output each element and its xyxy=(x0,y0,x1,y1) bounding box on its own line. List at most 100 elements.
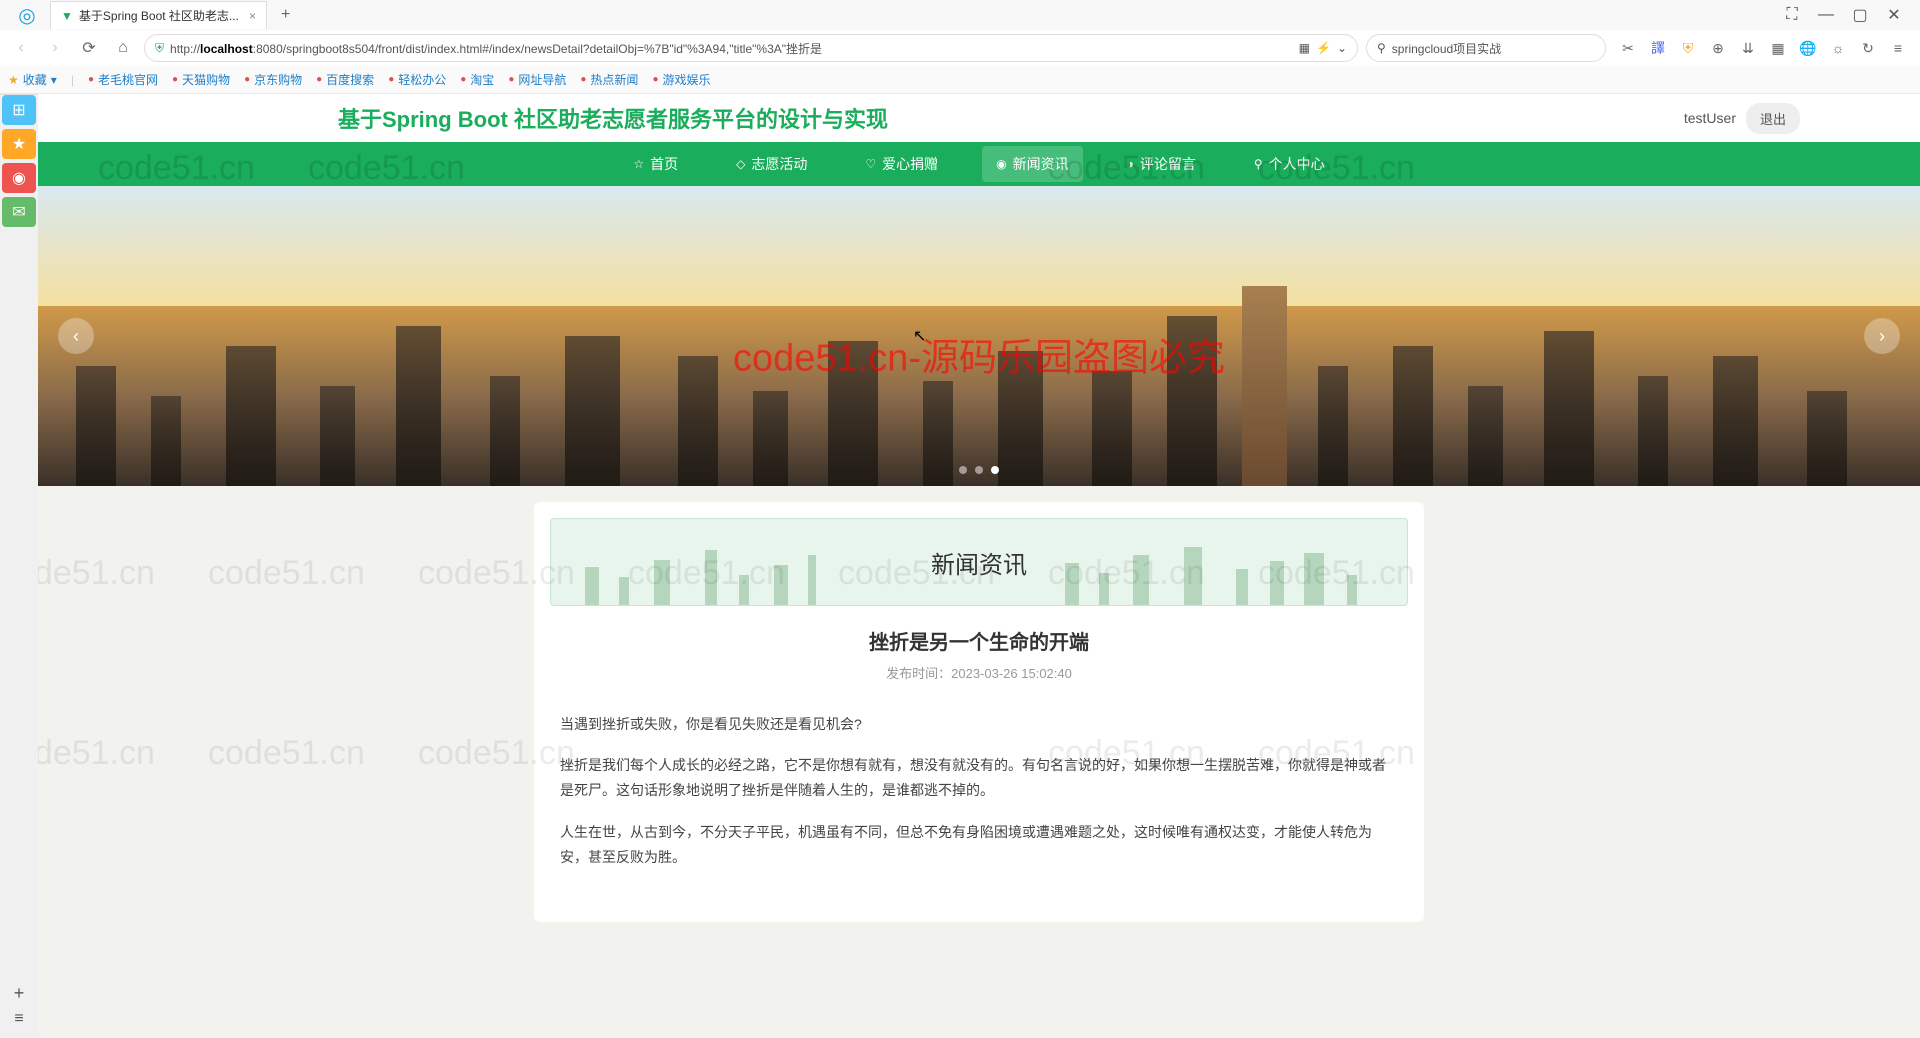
dock-app-1[interactable]: ⊞ xyxy=(2,95,36,125)
article-paragraph: 当遇到挫折或失败，你是看见失败还是看见机会? xyxy=(560,712,1398,737)
dock-app-3[interactable]: ◉ xyxy=(2,163,36,193)
security-icon[interactable]: ⛨ xyxy=(1678,38,1698,58)
article-paragraph: 挫折是我们每个人成长的必经之路，它不是你想有就有，想没有就没有的。有句名言说的好… xyxy=(560,753,1398,803)
forward-button[interactable]: › xyxy=(42,35,68,61)
shield-icon: ⛨ xyxy=(155,41,164,56)
article: 挫折是另一个生命的开端 发布时间：2023-03-26 15:02:40 当遇到… xyxy=(550,606,1408,906)
url-input[interactable]: ⛨ http://localhost:8080/springboot8s504/… xyxy=(144,34,1358,62)
site-icon: ● xyxy=(580,74,586,85)
nav-comments[interactable]: ◑评论留言 xyxy=(1113,146,1210,182)
browser-tab[interactable]: ▼ 基于Spring Boot 社区助老志... × xyxy=(50,1,267,29)
nav-profile[interactable]: ⚲个人中心 xyxy=(1240,146,1339,182)
carousel-dots xyxy=(959,466,999,474)
section-header: 新闻资讯 xyxy=(550,518,1408,606)
address-bar: ‹ › ⟳ ⌂ ⛨ http://localhost:8080/springbo… xyxy=(0,30,1920,66)
download-icon[interactable]: ⇊ xyxy=(1738,38,1758,58)
bookmark-item[interactable]: ●百度搜索 xyxy=(316,71,374,88)
watermark: code51.cn xyxy=(38,554,155,593)
url-text: http://localhost:8080/springboot8s504/fr… xyxy=(170,40,1293,57)
minimize-icon[interactable]: — xyxy=(1816,5,1836,25)
site-nav: ☆首页 ◇志愿活动 ♡爱心捐赠 ◉新闻资讯 ◑评论留言 ⚲个人中心 xyxy=(38,142,1920,186)
article-paragraph: 人生在世，从古到今，不分天子平民，机遇虽有不同，但总不免有身陷困境或遭遇难题之处… xyxy=(560,820,1398,870)
bookmark-item[interactable]: ●老毛桃官网 xyxy=(88,71,158,88)
bookmark-item[interactable]: ●热点新闻 xyxy=(580,71,638,88)
site-title: 基于Spring Boot 社区助老志愿者服务平台的设计与实现 xyxy=(338,102,888,134)
site-icon: ● xyxy=(460,74,466,85)
zoom-icon[interactable]: ⊕ xyxy=(1708,38,1728,58)
carousel-dot[interactable] xyxy=(959,466,967,474)
heart-icon: ♡ xyxy=(865,157,876,171)
screenshot-icon[interactable]: ⛶ xyxy=(1782,5,1802,25)
translate-icon[interactable]: 譯 xyxy=(1648,38,1668,58)
apps-icon[interactable]: ▦ xyxy=(1768,38,1788,58)
home-icon: ☆ xyxy=(633,157,644,171)
left-dock: ⊞ ★ ◉ ✉ xyxy=(0,94,38,228)
star-icon: ★ xyxy=(8,73,19,87)
favorites-button[interactable]: ★ 收藏 ▾ xyxy=(8,71,57,88)
watermark: code51.cn xyxy=(208,554,365,593)
site-icon: ● xyxy=(244,74,250,85)
browser-chrome: ◎ ▼ 基于Spring Boot 社区助老志... × + ⛶ — ▢ ✕ ‹… xyxy=(0,0,1920,95)
bookmarks-bar: ★ 收藏 ▾ | ●老毛桃官网 ●天猫购物 ●京东购物 ●百度搜索 ●轻松办公 … xyxy=(0,66,1920,94)
article-title: 挫折是另一个生命的开端 xyxy=(560,626,1398,655)
nav-donation[interactable]: ♡爱心捐赠 xyxy=(851,146,952,182)
article-body: 当遇到挫折或失败，你是看见失败还是看见机会? 挫折是我们每个人成长的必经之路，它… xyxy=(560,712,1398,870)
globe-icon[interactable]: 🌐 xyxy=(1798,38,1818,58)
article-meta: 发布时间：2023-03-26 15:02:40 xyxy=(560,663,1398,682)
carousel-next-button[interactable]: › xyxy=(1864,318,1900,354)
browser-logo-icon: ◎ xyxy=(8,1,46,29)
scissors-icon[interactable]: ✂ xyxy=(1618,38,1638,58)
site-icon: ● xyxy=(88,74,94,85)
home-button[interactable]: ⌂ xyxy=(110,35,136,61)
dock-menu-button[interactable]: ≡ xyxy=(14,1010,23,1028)
activity-icon: ◇ xyxy=(736,157,745,171)
user-icon: ⚲ xyxy=(1254,157,1263,171)
site-icon: ● xyxy=(316,74,322,85)
search-text: springcloud项目实战 xyxy=(1392,40,1501,57)
carousel-dot[interactable] xyxy=(975,466,983,474)
username: testUser xyxy=(1684,110,1736,126)
back-button[interactable]: ‹ xyxy=(8,35,34,61)
refresh-button[interactable]: ⟳ xyxy=(76,35,102,61)
bookmark-item[interactable]: ●京东购物 xyxy=(244,71,302,88)
close-window-icon[interactable]: ✕ xyxy=(1884,5,1904,25)
site-icon: ● xyxy=(652,74,658,85)
section-title: 新闻资讯 xyxy=(931,545,1027,580)
bookmark-item[interactable]: ●网址导航 xyxy=(508,71,566,88)
banner-watermark: code51.cn-源码乐园盗图必究 xyxy=(733,327,1225,382)
restore-icon[interactable]: ↻ xyxy=(1858,38,1878,58)
new-tab-button[interactable]: + xyxy=(275,6,296,24)
nav-home[interactable]: ☆首页 xyxy=(619,146,692,182)
carousel-dot[interactable] xyxy=(991,466,999,474)
bookmark-item[interactable]: ●游戏娱乐 xyxy=(652,71,710,88)
logout-button[interactable]: 退出 xyxy=(1746,103,1800,134)
dropdown-icon[interactable]: ⌄ xyxy=(1337,41,1347,55)
dock-app-2[interactable]: ★ xyxy=(2,129,36,159)
qr-icon[interactable]: ▦ xyxy=(1299,41,1310,55)
maximize-icon[interactable]: ▢ xyxy=(1850,5,1870,25)
search-icon: ⚲ xyxy=(1377,41,1386,55)
bookmark-item[interactable]: ●淘宝 xyxy=(460,71,494,88)
nav-news[interactable]: ◉新闻资讯 xyxy=(982,146,1082,182)
bookmark-item[interactable]: ●天猫购物 xyxy=(172,71,230,88)
separator: | xyxy=(71,73,74,87)
vue-icon: ▼ xyxy=(61,9,73,23)
menu-icon[interactable]: ≡ xyxy=(1888,38,1908,58)
lightning-icon[interactable]: ⚡ xyxy=(1316,41,1331,55)
dock-add-button[interactable]: + xyxy=(14,983,25,1004)
close-tab-icon[interactable]: × xyxy=(249,9,256,23)
content-card: 新闻资讯 挫折是另一个生命的开端 发布时间：2023-03-26 15:02:4… xyxy=(534,502,1424,922)
search-input[interactable]: ⚲ springcloud项目实战 xyxy=(1366,34,1606,62)
dock-app-4[interactable]: ✉ xyxy=(2,197,36,227)
nav-volunteer[interactable]: ◇志愿活动 xyxy=(722,146,821,182)
tab-title: 基于Spring Boot 社区助老志... xyxy=(79,7,239,24)
site-icon: ● xyxy=(508,74,514,85)
theme-icon[interactable]: ☼ xyxy=(1828,38,1848,58)
carousel-prev-button[interactable]: ‹ xyxy=(58,318,94,354)
news-icon: ◉ xyxy=(996,157,1006,171)
page-content: code51.cn code51.cn code51.cn code51.cn … xyxy=(38,94,1920,1038)
watermark: code51.cn xyxy=(208,734,365,773)
site-icon: ● xyxy=(172,74,178,85)
site-icon: ● xyxy=(388,74,394,85)
bookmark-item[interactable]: ●轻松办公 xyxy=(388,71,446,88)
